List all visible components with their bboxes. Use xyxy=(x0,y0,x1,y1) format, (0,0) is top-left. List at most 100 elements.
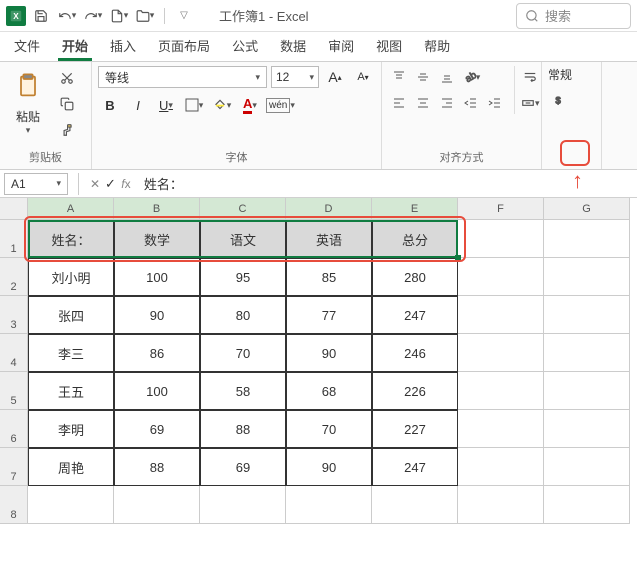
cell[interactable] xyxy=(458,448,544,486)
font-size-select[interactable]: 12▾ xyxy=(271,66,319,88)
cell[interactable]: 227 xyxy=(372,410,458,448)
cell[interactable]: 刘小明 xyxy=(28,258,114,296)
border-button[interactable]: ▾ xyxy=(182,94,206,116)
tab-view[interactable]: 视图 xyxy=(372,30,406,61)
row-header-6[interactable]: 6 xyxy=(0,410,28,448)
cell[interactable]: 226 xyxy=(372,372,458,410)
cell[interactable]: 69 xyxy=(114,410,200,448)
cell[interactable]: 李三 xyxy=(28,334,114,372)
row-header-7[interactable]: 7 xyxy=(0,448,28,486)
cell[interactable] xyxy=(458,258,544,296)
col-header-c[interactable]: C xyxy=(200,198,286,220)
cell[interactable] xyxy=(28,486,114,524)
paste-button[interactable] xyxy=(11,66,45,106)
cell[interactable] xyxy=(544,410,630,448)
decrease-font-icon[interactable]: A▾ xyxy=(351,66,375,88)
cell[interactable]: 90 xyxy=(114,296,200,334)
row-header-2[interactable]: 2 xyxy=(0,258,28,296)
tab-insert[interactable]: 插入 xyxy=(106,30,140,61)
cancel-formula-icon[interactable]: ✕ xyxy=(85,177,105,191)
tab-home[interactable]: 开始 xyxy=(58,30,92,61)
align-bottom-icon[interactable] xyxy=(436,66,458,88)
cell[interactable]: 247 xyxy=(372,296,458,334)
save-icon[interactable] xyxy=(30,5,52,27)
qat-customize-icon[interactable]: ▽ xyxy=(173,5,195,27)
orientation-icon[interactable]: ab▾ xyxy=(460,66,482,88)
cell[interactable] xyxy=(286,486,372,524)
cell[interactable] xyxy=(372,486,458,524)
cell[interactable]: 68 xyxy=(286,372,372,410)
redo-icon[interactable]: ▾ xyxy=(82,5,104,27)
cell[interactable]: 95 xyxy=(200,258,286,296)
increase-indent-icon[interactable] xyxy=(484,92,506,114)
col-header-a[interactable]: A xyxy=(28,198,114,220)
new-file-icon[interactable]: ▾ xyxy=(108,5,130,27)
font-name-select[interactable]: 等线▾ xyxy=(98,66,267,88)
align-top-icon[interactable] xyxy=(388,66,410,88)
cell[interactable]: 100 xyxy=(114,258,200,296)
format-painter-icon[interactable] xyxy=(54,120,80,140)
cell[interactable]: 70 xyxy=(200,334,286,372)
cell[interactable]: 58 xyxy=(200,372,286,410)
tab-formulas[interactable]: 公式 xyxy=(228,30,262,61)
col-header-g[interactable]: G xyxy=(544,198,630,220)
number-format-select[interactable]: 常规 xyxy=(548,66,572,83)
fx-icon[interactable]: fx xyxy=(116,177,136,191)
cell[interactable]: 86 xyxy=(114,334,200,372)
align-middle-icon[interactable] xyxy=(412,66,434,88)
currency-icon[interactable]: $ xyxy=(548,89,570,111)
col-header-d[interactable]: D xyxy=(286,198,372,220)
align-center-icon[interactable] xyxy=(412,92,434,114)
cell[interactable] xyxy=(458,410,544,448)
align-left-icon[interactable] xyxy=(388,92,410,114)
cell[interactable]: 英语 xyxy=(286,220,372,258)
tab-data[interactable]: 数据 xyxy=(276,30,310,61)
increase-font-icon[interactable]: A▴ xyxy=(323,66,347,88)
fill-color-button[interactable]: ▾ xyxy=(210,94,234,116)
col-header-e[interactable]: E xyxy=(372,198,458,220)
row-header-8[interactable]: 8 xyxy=(0,486,28,524)
cell[interactable] xyxy=(544,486,630,524)
search-box[interactable]: 搜索 xyxy=(516,3,631,29)
cell[interactable] xyxy=(544,296,630,334)
cell[interactable] xyxy=(458,486,544,524)
open-folder-icon[interactable]: ▾ xyxy=(134,5,156,27)
cell[interactable]: 80 xyxy=(200,296,286,334)
cell[interactable] xyxy=(458,220,544,258)
cell[interactable]: 姓名： xyxy=(28,220,114,258)
merge-center-icon[interactable]: ▾ xyxy=(521,92,540,114)
row-header-5[interactable]: 5 xyxy=(0,372,28,410)
cell[interactable]: 周艳 xyxy=(28,448,114,486)
cell[interactable]: 77 xyxy=(286,296,372,334)
paste-dropdown-icon[interactable]: ▾ xyxy=(26,125,31,136)
cell[interactable]: 李明 xyxy=(28,410,114,448)
bold-button[interactable]: B xyxy=(98,94,122,116)
cell[interactable]: 90 xyxy=(286,448,372,486)
phonetic-button[interactable]: wén▾ xyxy=(266,94,295,116)
cell[interactable]: 88 xyxy=(200,410,286,448)
wrap-text-icon[interactable] xyxy=(521,66,540,88)
cell[interactable]: 88 xyxy=(114,448,200,486)
row-header-4[interactable]: 4 xyxy=(0,334,28,372)
cell[interactable]: 70 xyxy=(286,410,372,448)
cell[interactable] xyxy=(544,334,630,372)
undo-icon[interactable]: ▾ xyxy=(56,5,78,27)
cell[interactable]: 90 xyxy=(286,334,372,372)
row-header-3[interactable]: 3 xyxy=(0,296,28,334)
cell[interactable]: 数学 xyxy=(114,220,200,258)
formula-input[interactable]: 姓名： xyxy=(136,174,637,193)
name-box[interactable]: A1▾ xyxy=(4,173,68,195)
cell[interactable] xyxy=(544,448,630,486)
decrease-indent-icon[interactable] xyxy=(460,92,482,114)
cell[interactable] xyxy=(544,258,630,296)
cell[interactable] xyxy=(458,372,544,410)
row-header-1[interactable]: 1 xyxy=(0,220,28,258)
tab-help[interactable]: 帮助 xyxy=(420,30,454,61)
underline-button[interactable]: U ▾ xyxy=(154,94,178,116)
cell[interactable] xyxy=(544,372,630,410)
selection-handle[interactable] xyxy=(455,255,461,261)
cell[interactable]: 280 xyxy=(372,258,458,296)
tab-layout[interactable]: 页面布局 xyxy=(154,30,214,61)
cell[interactable]: 100 xyxy=(114,372,200,410)
italic-button[interactable]: I xyxy=(126,94,150,116)
